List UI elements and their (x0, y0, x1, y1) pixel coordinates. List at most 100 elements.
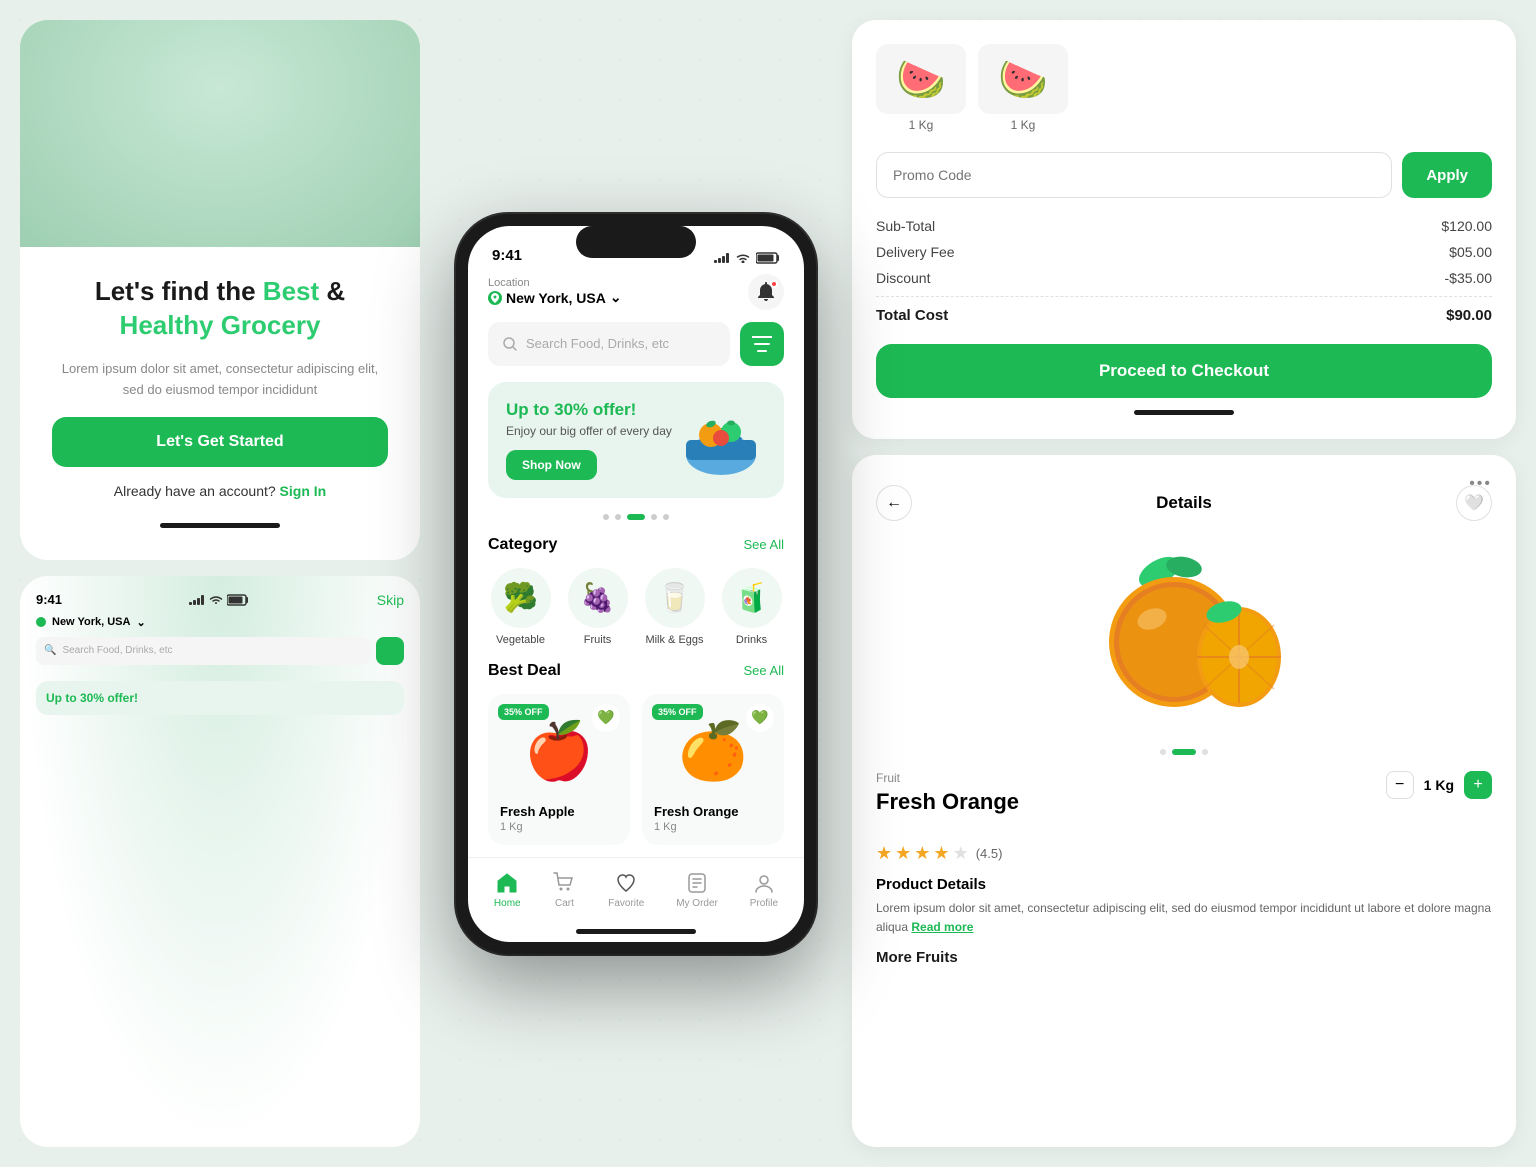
shop-now-button[interactable]: Shop Now (506, 450, 597, 480)
decrease-quantity-button[interactable]: − (1386, 771, 1414, 799)
apple-name: Fresh Apple (500, 804, 618, 819)
total-value: $90.00 (1446, 307, 1492, 324)
mini-phone-card: 9:41 (20, 576, 420, 1148)
best-deal-title: Best Deal (488, 662, 561, 680)
nav-profile[interactable]: Profile (750, 871, 778, 909)
nav-home[interactable]: Home (494, 871, 521, 909)
discount-row: Discount -$35.00 (876, 270, 1492, 286)
category-title: Category (488, 536, 557, 554)
cart-item-qty-2: 1 Kg (978, 118, 1068, 132)
subtotal-label: Sub-Total (876, 218, 935, 234)
orders-nav-label: My Order (676, 898, 718, 909)
location-value: New York, USA ⌄ (488, 289, 622, 306)
details-title: Details (1156, 493, 1212, 513)
product-rating: ★ ★ ★ ★ ★ (4.5) (876, 843, 1492, 864)
fruits-icon: 🍇 (568, 568, 628, 628)
wifi-icon (209, 595, 223, 605)
phone-notch (576, 226, 696, 258)
signin-link[interactable]: Sign In (280, 483, 327, 499)
filter-button[interactable] (740, 322, 784, 366)
mini-skip-button[interactable]: Skip (377, 592, 404, 608)
product-orange-card[interactable]: 35% OFF 💚 🍊 Fresh Orange 1 Kg (642, 694, 784, 845)
apply-promo-button[interactable]: Apply (1402, 152, 1492, 198)
milk-eggs-icon: 🥛 (645, 568, 705, 628)
category-drinks[interactable]: 🧃 Drinks (719, 568, 784, 646)
apple-favorite-button[interactable]: 💚 (592, 704, 620, 732)
phone-frame: 9:41 (456, 214, 816, 954)
category-vegetable[interactable]: 🥦 Vegetable (488, 568, 553, 646)
notification-button[interactable] (748, 274, 784, 310)
promo-code-row: Apply (876, 152, 1492, 198)
best-deal-section-header: Best Deal See All (488, 662, 784, 680)
category-milk-eggs[interactable]: 🥛 Milk & Eggs (642, 568, 707, 646)
star-1: ★ (876, 843, 892, 864)
dot-2 (615, 514, 621, 520)
search-input[interactable]: Search Food, Drinks, etc (488, 322, 730, 366)
chevron-down-icon: ⌄ (610, 289, 622, 306)
cart-card: 🍉 1 Kg 🍉 1 Kg Apply Sub-Total $120.00 (852, 20, 1516, 439)
checkout-button[interactable]: Proceed to Checkout (876, 344, 1492, 398)
star-3: ★ (914, 843, 930, 864)
star-2: ★ (895, 843, 911, 864)
signin-prompt: Already have an account? Sign In (114, 483, 326, 499)
read-more-link[interactable]: Read more (911, 920, 973, 934)
favorite-nav-icon (614, 871, 638, 895)
center-panel: 9:41 (436, 20, 836, 1147)
notification-dot (770, 280, 778, 288)
mini-banner: Up to 30% offer! (36, 681, 404, 715)
promo-banner: Up to 30% offer! Enjoy our big offer of … (488, 382, 784, 498)
product-description: Lorem ipsum dolor sit amet, consectetur … (876, 899, 1492, 937)
star-5: ★ (953, 843, 969, 864)
back-button[interactable]: ← (876, 485, 912, 521)
nav-orders[interactable]: My Order (676, 871, 718, 909)
dot-4 (651, 514, 657, 520)
orange-illustration (1074, 547, 1294, 727)
location-label: Location (488, 277, 622, 289)
onboarding-content: Let's find the Best & Healthy Grocery Lo… (20, 247, 420, 559)
onboarding-subtitle: Lorem ipsum dolor sit amet, consectetur … (52, 359, 388, 401)
quantity-control: − 1 Kg + (1386, 771, 1492, 799)
category-fruits[interactable]: 🍇 Fruits (565, 568, 630, 646)
phone-body: Location New York, USA ⌄ (468, 270, 804, 857)
onboarding-hero-image (20, 20, 420, 247)
basket-illustration (676, 400, 766, 480)
bottom-navigation: Home Cart (468, 857, 804, 922)
search-icon (502, 336, 518, 352)
category-see-all[interactable]: See All (744, 537, 784, 552)
orange-favorite-button[interactable]: 💚 (746, 704, 774, 732)
increase-quantity-button[interactable]: + (1464, 771, 1492, 799)
mini-search-icon: 🔍 (44, 645, 56, 656)
product-apple-card[interactable]: 35% OFF 💚 🍎 Fresh Apple 1 Kg (488, 694, 630, 845)
subtotal-row: Sub-Total $120.00 (876, 218, 1492, 234)
dot-3 (627, 514, 645, 520)
price-breakdown: Sub-Total $120.00 Delivery Fee $05.00 Di… (876, 218, 1492, 324)
nav-favorite[interactable]: Favorite (608, 871, 644, 909)
mini-filter-button (376, 637, 404, 665)
location-pin-icon (488, 291, 502, 305)
profile-nav-icon (752, 871, 776, 895)
vegetable-icon: 🥦 (491, 568, 551, 628)
wifi-status-icon (736, 253, 750, 263)
profile-nav-label: Profile (750, 898, 778, 909)
status-icons (714, 252, 780, 264)
category-fruits-label: Fruits (584, 634, 612, 646)
product-info-row: Fruit Fresh Orange − 1 Kg + (876, 771, 1492, 835)
phone-home-indicator (468, 922, 804, 942)
right-panel: 🍉 1 Kg 🍉 1 Kg Apply Sub-Total $120.00 (852, 20, 1516, 1147)
apple-weight: 1 Kg (500, 821, 618, 833)
best-deal-see-all[interactable]: See All (744, 663, 784, 678)
product-details-heading: Product Details (876, 876, 1492, 893)
drinks-icon: 🧃 (722, 568, 782, 628)
home-nav-icon (495, 871, 519, 895)
best-deal-grid: 35% OFF 💚 🍎 Fresh Apple 1 Kg 35% OFF 💚 🍊… (488, 694, 784, 845)
signal-icon (189, 595, 205, 605)
nav-cart[interactable]: Cart (552, 871, 576, 909)
product-category: Fruit (876, 771, 1019, 785)
get-started-button[interactable]: Let's Get Started (52, 417, 388, 467)
quantity-value: 1 Kg (1424, 777, 1454, 793)
mini-location-dot (36, 617, 46, 627)
promo-code-input[interactable] (876, 152, 1392, 198)
hero-dot-1 (1160, 749, 1166, 755)
favorite-button[interactable]: 🤍 (1456, 485, 1492, 521)
onboarding-card: Let's find the Best & Healthy Grocery Lo… (20, 20, 420, 560)
